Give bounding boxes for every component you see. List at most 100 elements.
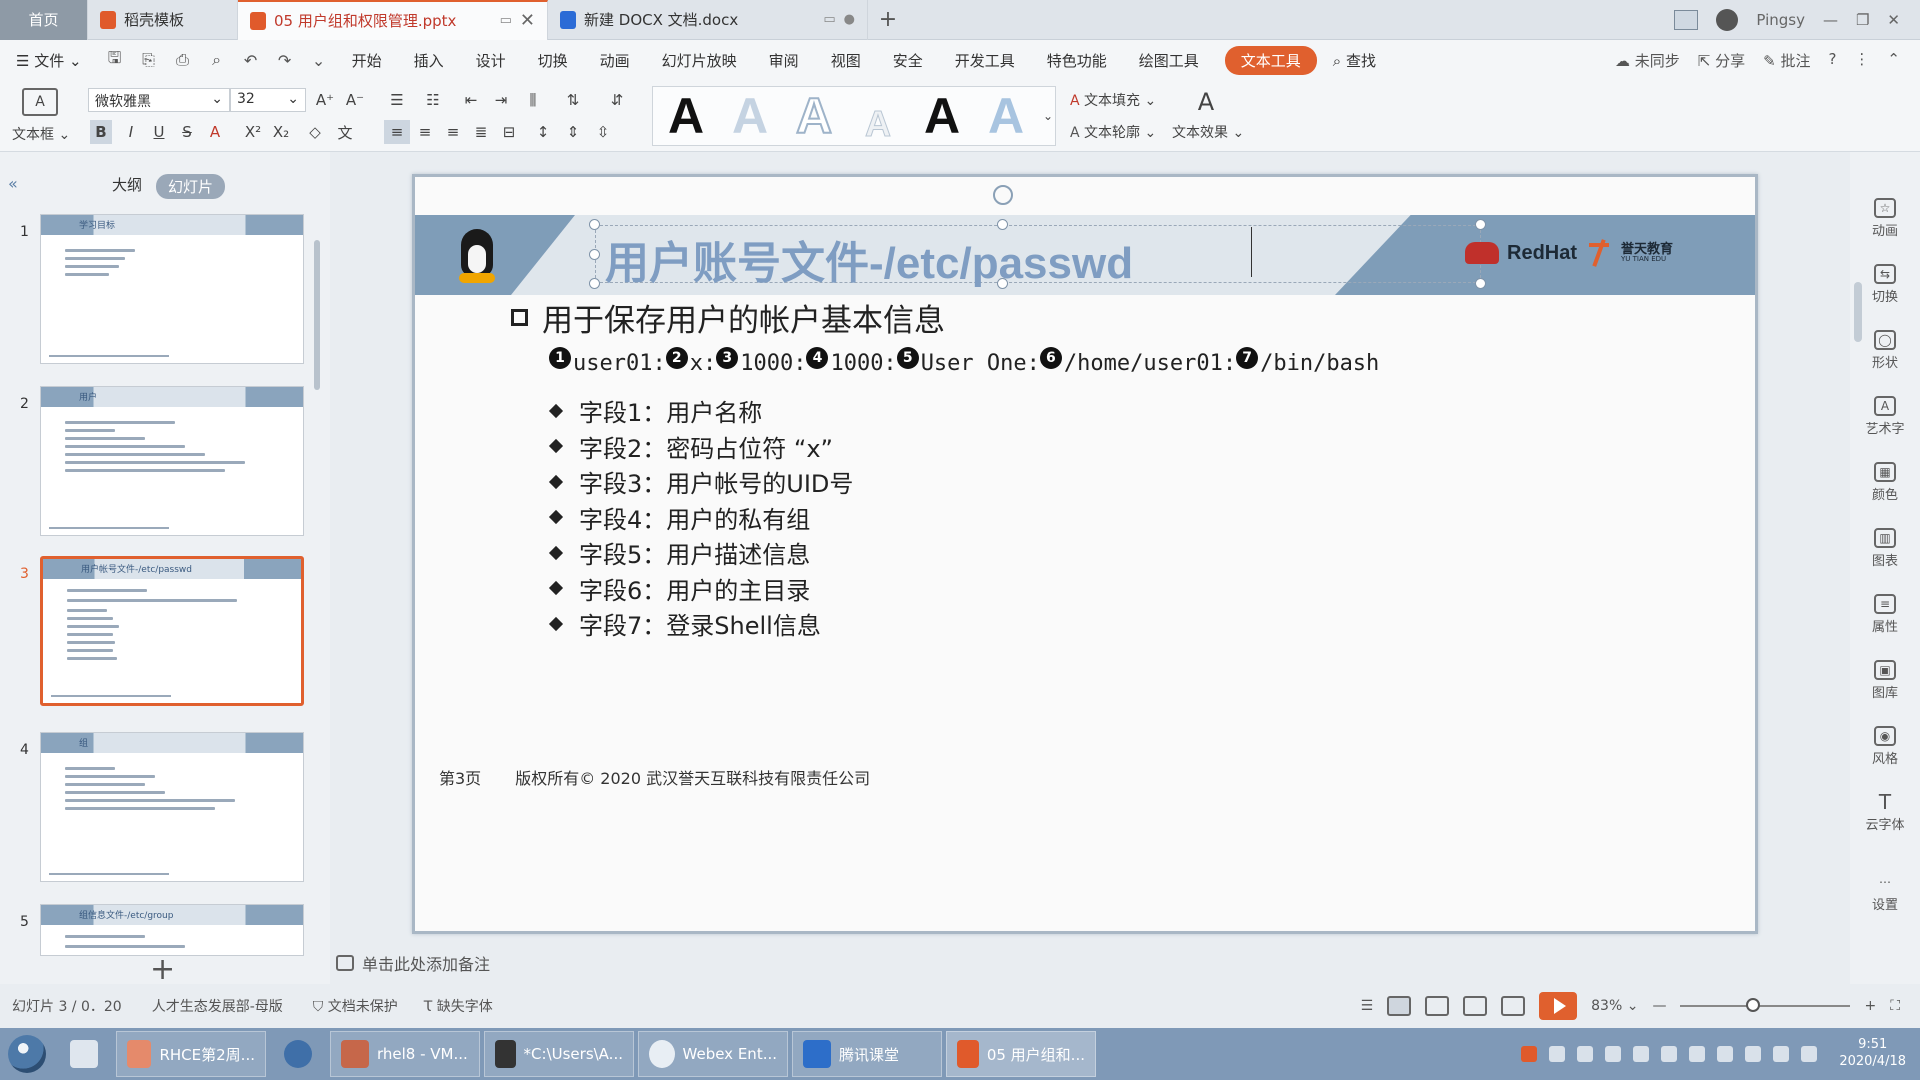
menu-review[interactable]: 审阅 <box>753 50 815 71</box>
fit-window-icon[interactable]: ⛶ <box>1890 998 1900 1014</box>
distribute-icon[interactable]: ⊟ <box>496 120 522 144</box>
bullet-list-icon[interactable]: ☰ <box>384 88 410 112</box>
align-left-icon[interactable]: ≡ <box>384 120 410 144</box>
justify-icon[interactable]: ≣ <box>468 120 494 144</box>
add-slide-button[interactable]: + <box>150 952 175 987</box>
presenter-view-button[interactable] <box>1501 996 1526 1016</box>
start-button[interactable] <box>0 1028 54 1080</box>
template-name[interactable]: 人才生态发展部-母版 <box>152 996 283 1016</box>
taskbar-app-wps[interactable]: 05 用户组和... <box>946 1031 1096 1077</box>
taskbar-app-webex[interactable]: Webex Ent... <box>638 1031 788 1077</box>
network-icon[interactable] <box>1801 1046 1818 1062</box>
tray-app-icon[interactable] <box>1549 1046 1566 1062</box>
taskbar-app-s[interactable] <box>270 1031 326 1077</box>
tray-app-icon[interactable] <box>1521 1046 1538 1062</box>
slide-thumbnail-4[interactable]: 组 <box>40 732 304 882</box>
slide-thumbnail-1[interactable]: 学习目标 <box>40 214 304 364</box>
text-outline-button[interactable]: A 文本轮廓 ⌄ <box>1070 122 1156 142</box>
increase-indent-icon[interactable]: ⇥ <box>488 88 514 112</box>
missing-font-status[interactable]: Ꚍ 缺失字体 <box>424 996 493 1016</box>
preview-icon[interactable]: ⌕ <box>204 47 230 73</box>
tray-app-icon[interactable] <box>1661 1046 1678 1062</box>
menu-slideshow[interactable]: 幻灯片放映 <box>646 50 753 71</box>
rail-transition[interactable]: ⇆ 切换 <box>1850 264 1920 305</box>
rail-properties[interactable]: ≡ 属性 <box>1850 594 1920 635</box>
resize-handle[interactable] <box>589 278 600 289</box>
menu-view[interactable]: 视图 <box>815 50 877 71</box>
text-style-3[interactable]: A <box>784 87 844 145</box>
menu-developer[interactable]: 开发工具 <box>939 50 1031 71</box>
collapse-ribbon-icon[interactable]: ⌃ <box>1887 50 1900 71</box>
comment-button[interactable]: ✎ 批注 <box>1763 50 1810 71</box>
strikethrough-button[interactable]: S <box>176 120 198 144</box>
zoom-slider[interactable] <box>1680 998 1851 1012</box>
resize-handle[interactable] <box>589 249 600 260</box>
columns-icon[interactable]: ⫼ <box>520 88 546 112</box>
document-protect-status[interactable]: ⛉ 文档未保护 <box>313 996 398 1016</box>
tab-slides[interactable]: 幻灯片 <box>156 174 226 199</box>
rail-cloud-font[interactable]: T 云字体 <box>1850 790 1920 833</box>
menu-security[interactable]: 安全 <box>877 50 939 71</box>
slide[interactable]: 用户账号文件-/etc/passwd RedHat 誉天教育 YU TIAN E… <box>412 174 1758 934</box>
tray-app-icon[interactable] <box>1633 1046 1650 1062</box>
tray-shield-icon[interactable] <box>1577 1046 1594 1062</box>
more-menu-icon[interactable]: ⋮ <box>1854 50 1869 71</box>
tab-home[interactable]: 首页 <box>0 0 88 40</box>
notes-toggle-icon[interactable]: ☰ <box>1361 998 1374 1014</box>
user-name[interactable]: Pingsy <box>1756 11 1805 29</box>
taskbar-app-vmware[interactable]: rhel8 - VM... <box>330 1031 480 1077</box>
menu-drawing-tools[interactable]: 绘图工具 <box>1123 50 1215 71</box>
text-effect-icon[interactable]: A <box>1192 88 1220 116</box>
zoom-slider-knob[interactable] <box>1746 998 1761 1012</box>
taskbar-app-tencent[interactable]: 腾讯课堂 <box>792 1031 942 1077</box>
flag-icon[interactable] <box>1745 1046 1762 1062</box>
rail-animation[interactable]: ☆ 动画 <box>1850 198 1920 239</box>
menu-animation[interactable]: 动画 <box>584 50 646 71</box>
text-style-2[interactable]: A <box>720 88 780 144</box>
minimize-icon[interactable]: — <box>1823 11 1838 29</box>
taskbar-app-presentation[interactable] <box>56 1031 112 1077</box>
rail-color[interactable]: ▦ 颜色 <box>1850 462 1920 503</box>
rail-wordart[interactable]: A 艺术字 <box>1850 396 1920 437</box>
share-button[interactable]: ⇱ 分享 <box>1698 50 1745 71</box>
menu-file[interactable]: ☰ 文件 ⌄ <box>0 50 98 71</box>
rotate-handle[interactable] <box>993 185 1013 205</box>
font-size-select[interactable]: 32 ⌄ <box>230 88 306 112</box>
play-slideshow-button[interactable] <box>1539 992 1578 1020</box>
gallery-expand-icon[interactable]: ⌄ <box>1040 86 1056 146</box>
tray-app-icon[interactable] <box>1605 1046 1622 1062</box>
volume-icon[interactable] <box>1773 1046 1790 1062</box>
thumbnail-scrollbar[interactable] <box>314 240 320 390</box>
rail-style[interactable]: ◉ 风格 <box>1850 726 1920 767</box>
zoom-out-button[interactable]: — <box>1652 998 1666 1014</box>
text-style-5[interactable]: A <box>912 88 972 144</box>
resize-handle[interactable] <box>1475 278 1486 289</box>
new-tab-button[interactable]: + <box>868 7 908 32</box>
text-effect-button[interactable]: 文本效果 ⌄ <box>1172 122 1244 142</box>
textbox-icon[interactable]: A <box>22 88 58 116</box>
save-icon[interactable]: 🖫 <box>102 47 128 73</box>
avatar[interactable] <box>1716 8 1739 31</box>
undo-icon[interactable]: ↶ <box>238 47 264 73</box>
monitor-icon[interactable]: ▭ <box>500 13 512 28</box>
font-color-button[interactable]: A <box>204 120 226 144</box>
rail-gallery[interactable]: ▣ 图库 <box>1850 660 1920 701</box>
rail-settings[interactable]: ⋯ 设置 <box>1850 872 1920 913</box>
font-family-select[interactable]: 微软雅黑 ⌄ <box>88 88 230 112</box>
monitor-icon[interactable]: ▭ <box>823 12 835 27</box>
grow-font-icon[interactable]: A⁺ <box>314 88 336 112</box>
tab-daoke-template[interactable]: 稻壳模板 <box>88 0 238 40</box>
italic-button[interactable]: I <box>120 120 142 144</box>
export-icon[interactable]: ⎘ <box>136 47 162 73</box>
text-style-4[interactable]: A <box>848 98 908 150</box>
textbox-button[interactable]: 文本框 ⌄ <box>12 124 70 144</box>
help-icon[interactable]: ? <box>1828 50 1836 71</box>
tab-outline[interactable]: 大纲 <box>112 174 142 195</box>
collapse-panel-icon[interactable]: « <box>8 174 18 193</box>
slide-thumbnail-5[interactable]: 组信息文件-/etc/group <box>40 904 304 956</box>
align-right-icon[interactable]: ≡ <box>440 120 466 144</box>
superscript-button[interactable]: X² <box>242 120 264 144</box>
phonetic-icon[interactable]: 文 <box>334 120 356 144</box>
rail-chart[interactable]: ▥ 图表 <box>1850 528 1920 569</box>
resize-handle[interactable] <box>1475 219 1486 230</box>
